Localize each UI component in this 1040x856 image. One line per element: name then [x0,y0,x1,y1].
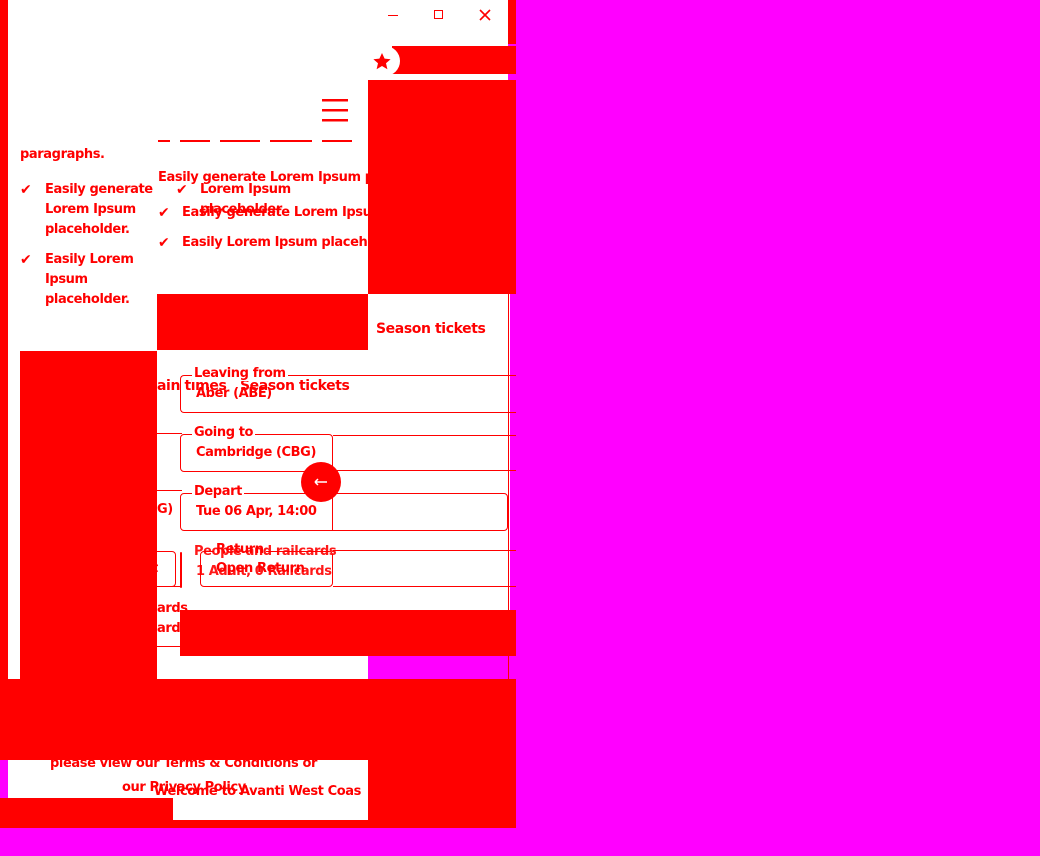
maximize-icon [434,10,443,19]
ghost-text: G) [157,502,173,517]
find-trains-button[interactable] [180,610,516,656]
terms-text: please view our Terms & Conditions or [50,756,318,771]
divider-line [157,646,182,647]
divider-line [332,494,333,530]
leaving-from-value: Aber (ABE) [196,386,272,401]
middle-item-line: Lorem Ipsum [200,182,291,197]
hero-red-band [157,294,368,350]
address-bar-input[interactable] [20,48,364,76]
going-to-label: Going to [192,425,256,440]
divider-line [333,470,516,471]
tab-season-tickets-right[interactable]: Season tickets [376,321,486,337]
people-railcards-field[interactable] [180,552,182,588]
left-item-line: Easily generate [45,182,153,197]
middle-item-line: Easily Lorem Ipsum placeho [182,235,368,250]
minimize-icon [388,15,398,16]
footer-red-base [173,820,368,828]
window-right-border [508,0,516,44]
hamburger-menu-icon [322,99,348,122]
right-red-panel [368,80,516,294]
footer-red-bottom-left [0,798,173,828]
heading-fragment [158,132,358,144]
footer-red-right [368,760,516,828]
depart-value: Tue 06 Apr, 14:00 [196,504,317,519]
people-railcards-label: People and railcards [194,544,337,559]
welcome-text: Welcome to Avanti West Coas [154,784,361,799]
right-white-panel [368,294,510,610]
leaving-from-label: Leaving from [192,366,288,381]
divider-line [333,586,516,587]
divider-line [157,490,182,491]
divider-line [333,550,516,551]
depart-label: Depart [192,484,244,499]
close-icon [479,9,491,21]
going-to-value: Cambridge (CBG) [196,445,316,460]
check-icon: ✔ [158,235,170,251]
footer-red-band [0,679,516,760]
menu-button[interactable] [318,96,352,126]
ghost-text: t [152,561,158,576]
left-item-line: placeholder. [45,222,130,237]
window-maximize-button[interactable] [424,2,454,28]
left-intro-tail: paragraphs. [20,147,105,162]
star-icon [373,53,391,70]
middle-item-line: Easily generate Lorem Ipsum [182,205,368,220]
toolbar-accent-bar [392,46,516,74]
footer-white-center [173,798,368,820]
left-red-block [20,351,157,684]
window-minimize-button[interactable] [378,2,408,28]
divider-line [333,435,516,436]
left-item-line: Ipsum [45,272,88,287]
people-railcards-value: 1 Adult, 0 Railcards [196,564,332,579]
check-icon: ✔ [158,205,170,221]
divider-line [157,433,182,434]
left-item-line: Lorem Ipsum [45,202,136,217]
bookmark-button[interactable] [364,46,400,76]
left-item-line: placeholder. [45,292,130,307]
check-icon: ✔ [20,252,32,268]
window-left-border [0,0,8,684]
window-close-button[interactable] [470,2,500,28]
check-icon: ✔ [176,182,188,198]
check-icon: ✔ [20,182,32,198]
left-item-line: Easily Lorem [45,252,134,267]
